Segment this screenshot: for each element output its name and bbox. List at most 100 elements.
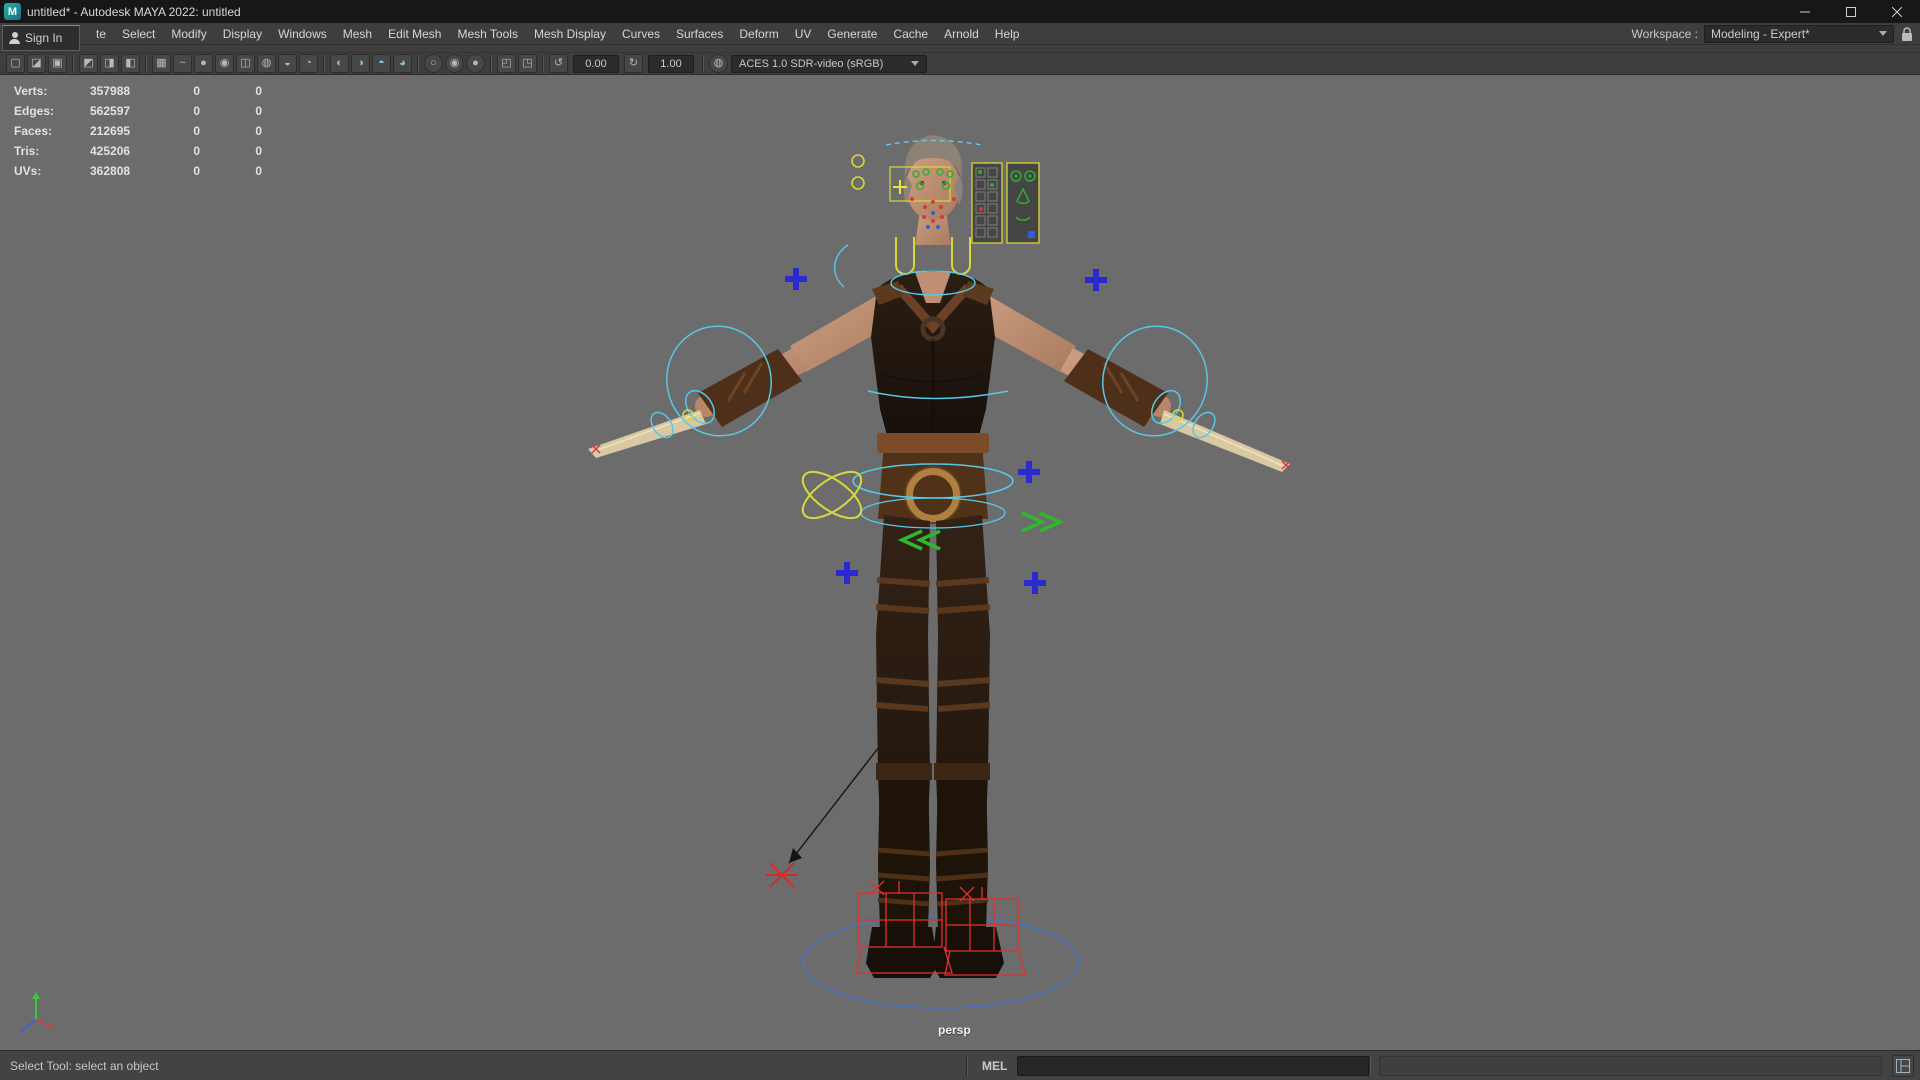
scale-step-field[interactable] bbox=[648, 54, 694, 73]
grid-display-icon[interactable] bbox=[497, 54, 516, 73]
maximize-button[interactable] bbox=[1828, 0, 1874, 23]
camera-settings-icon[interactable] bbox=[518, 54, 537, 73]
hud-label: Edges: bbox=[14, 104, 55, 118]
menu-item-mesh[interactable]: Mesh bbox=[335, 23, 380, 45]
hud-row: Verts: 357988 0 0 bbox=[14, 81, 262, 101]
hud-selected2: 0 bbox=[255, 84, 262, 98]
output-connections-icon[interactable] bbox=[351, 54, 370, 73]
user-icon bbox=[9, 32, 20, 44]
save-scene-icon[interactable] bbox=[48, 54, 67, 73]
mel-command-input[interactable] bbox=[1017, 1055, 1370, 1076]
new-scene-icon[interactable] bbox=[6, 54, 25, 73]
chevron-down-icon bbox=[911, 61, 919, 66]
menu-item-display[interactable]: Display bbox=[215, 23, 270, 45]
viewport-panel[interactable]: Verts: 357988 0 0 Edges: 562597 0 0 Face… bbox=[0, 75, 1920, 1050]
sign-in-button[interactable]: Sign In bbox=[2, 25, 80, 51]
view-transform-dropdown[interactable]: ACES 1.0 SDR-video (sRGB) bbox=[731, 54, 927, 73]
rotate-step-icon[interactable] bbox=[549, 54, 568, 73]
maximize-icon bbox=[1846, 6, 1856, 17]
construction-history-icon[interactable] bbox=[299, 54, 318, 73]
title-bar: untitled* - Autodesk MAYA 2022: untitled bbox=[0, 0, 1920, 23]
lock-icon[interactable] bbox=[1900, 26, 1914, 42]
hud-label: Tris: bbox=[14, 144, 40, 158]
window-controls bbox=[1782, 0, 1920, 23]
scale-step-icon[interactable] bbox=[624, 54, 643, 73]
workspace-label: Workspace : bbox=[1631, 26, 1698, 41]
toolbar-gap bbox=[0, 45, 1920, 53]
menu-item-help[interactable]: Help bbox=[987, 23, 1028, 45]
symmetry-toggle-icon[interactable] bbox=[372, 54, 391, 73]
status-line-toolbar: ACES 1.0 SDR-video (sRGB) bbox=[0, 53, 1920, 75]
menu-item-uv[interactable]: UV bbox=[787, 23, 820, 45]
hud-selected2: 0 bbox=[255, 104, 262, 118]
menu-item-select[interactable]: Select bbox=[114, 23, 163, 45]
menu-item-windows[interactable]: Windows bbox=[270, 23, 335, 45]
hud-value: 425206 bbox=[90, 144, 131, 158]
toolbar-separator bbox=[542, 54, 544, 73]
menu-item-arnold[interactable]: Arnold bbox=[936, 23, 987, 45]
snap-to-point-icon[interactable] bbox=[194, 54, 213, 73]
minimize-button[interactable] bbox=[1782, 0, 1828, 23]
rotate-step-field[interactable] bbox=[573, 54, 619, 73]
hud-selected: 0 bbox=[193, 144, 200, 158]
hud-selected: 0 bbox=[193, 164, 200, 178]
show-ui-elements-button[interactable] bbox=[1892, 1054, 1914, 1077]
scene-canvas[interactable] bbox=[0, 75, 1920, 1050]
menu-bar: te Select Modify Display Windows Mesh Ed… bbox=[0, 23, 1920, 45]
view-transform-value: ACES 1.0 SDR-video (sRGB) bbox=[739, 57, 884, 70]
menu-item-deform[interactable]: Deform bbox=[731, 23, 786, 45]
menu-item-modify[interactable]: Modify bbox=[163, 23, 214, 45]
hud-value: 362808 bbox=[90, 164, 131, 178]
toolbar-separator bbox=[145, 54, 147, 73]
camera-label: persp bbox=[938, 1023, 971, 1037]
open-scene-icon[interactable] bbox=[27, 54, 46, 73]
color-management-icon[interactable] bbox=[709, 54, 728, 73]
hud-row: Tris: 425206 0 0 bbox=[14, 141, 262, 161]
highlight-selection-icon[interactable] bbox=[278, 54, 297, 73]
close-button[interactable] bbox=[1874, 0, 1920, 23]
mel-language-toggle[interactable]: MEL bbox=[968, 1059, 1017, 1073]
select-object-mode-icon[interactable] bbox=[100, 54, 119, 73]
render-settings-icon[interactable] bbox=[466, 54, 485, 73]
maya-logo-icon bbox=[4, 3, 21, 20]
workspace-area: Workspace : Modeling - Expert* bbox=[1631, 24, 1920, 43]
select-hierarchy-mode-icon[interactable] bbox=[79, 54, 98, 73]
snap-to-view-plane-icon[interactable] bbox=[236, 54, 255, 73]
ik-handle-annotation[interactable] bbox=[766, 746, 880, 888]
snap-to-grid-icon[interactable] bbox=[152, 54, 171, 73]
menu-item-edit-mesh[interactable]: Edit Mesh bbox=[380, 23, 449, 45]
open-render-view-icon[interactable] bbox=[424, 54, 443, 73]
toolbar-separator bbox=[417, 54, 419, 73]
window-title: untitled* - Autodesk MAYA 2022: untitled bbox=[27, 4, 241, 19]
toolbar-separator bbox=[702, 54, 704, 73]
menu-item-generate[interactable]: Generate bbox=[819, 23, 885, 45]
menu-item-cache[interactable]: Cache bbox=[885, 23, 936, 45]
soft-select-icon[interactable] bbox=[393, 54, 412, 73]
statusbar-separator bbox=[1369, 1054, 1372, 1077]
menu-item-surfaces[interactable]: Surfaces bbox=[668, 23, 731, 45]
input-connections-icon[interactable] bbox=[330, 54, 349, 73]
hud-selected2: 0 bbox=[255, 124, 262, 138]
snap-to-curve-icon[interactable] bbox=[173, 54, 192, 73]
character-model[interactable] bbox=[588, 135, 1290, 978]
render-current-frame-icon[interactable] bbox=[445, 54, 464, 73]
hud-row: Faces: 212695 0 0 bbox=[14, 121, 262, 141]
snap-to-projected-center-icon[interactable] bbox=[215, 54, 234, 73]
face-gui-panel-right[interactable] bbox=[1006, 162, 1040, 244]
menu-item-mesh-tools[interactable]: Mesh Tools bbox=[449, 23, 525, 45]
menu-item-create[interactable]: te bbox=[88, 23, 114, 45]
workspace-dropdown[interactable]: Modeling - Expert* bbox=[1704, 24, 1894, 43]
menu-item-mesh-display[interactable]: Mesh Display bbox=[526, 23, 614, 45]
chevron-down-icon bbox=[1879, 31, 1887, 36]
hud-selected: 0 bbox=[193, 124, 200, 138]
make-live-icon[interactable] bbox=[257, 54, 276, 73]
select-component-mode-icon[interactable] bbox=[121, 54, 140, 73]
face-gui-panel-left[interactable] bbox=[971, 162, 1003, 244]
hud-selected2: 0 bbox=[255, 164, 262, 178]
menu-item-curves[interactable]: Curves bbox=[614, 23, 668, 45]
hud-label: Faces: bbox=[14, 124, 53, 138]
hud-value: 212695 bbox=[90, 124, 131, 138]
toolbar-separator bbox=[323, 54, 325, 73]
hud-value: 562597 bbox=[90, 104, 131, 118]
command-result-field[interactable] bbox=[1379, 1055, 1882, 1076]
